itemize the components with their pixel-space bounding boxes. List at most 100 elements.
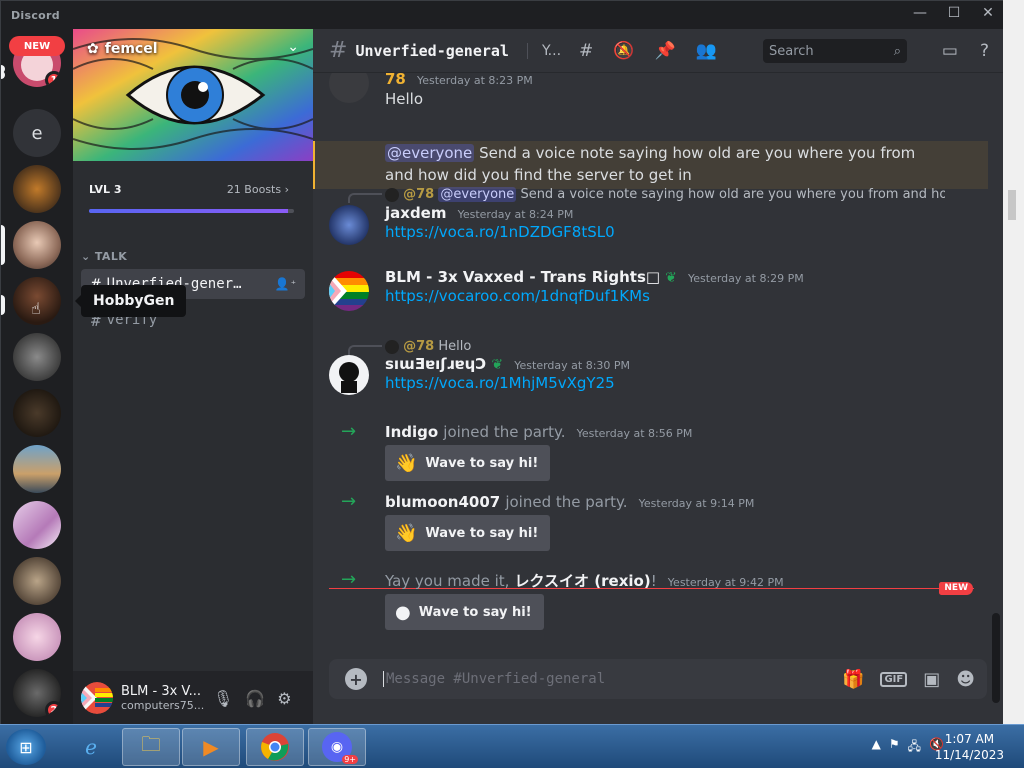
server-icon-11[interactable] [13, 613, 61, 661]
new-unreads-pill[interactable]: NEW [9, 36, 65, 56]
chevron-down-icon[interactable]: ⌄ [287, 39, 299, 55]
hash-icon: # [329, 38, 348, 63]
user-info[interactable]: BLM - 3x V... computers75... [121, 684, 207, 712]
unread-badge: 1 [45, 71, 61, 87]
add-user-icon[interactable]: 👤⁺ [275, 277, 297, 291]
header-right-icons: ▭ ? [942, 41, 989, 61]
avatar[interactable] [329, 271, 369, 311]
search-input[interactable]: Search ⌕ [763, 39, 907, 63]
join-arrow-icon: → [341, 421, 357, 442]
selected-indicator [1, 225, 5, 265]
server-icon-9[interactable] [13, 501, 61, 549]
reply-avatar [385, 187, 399, 202]
wave-button[interactable]: 👋 Wave to say hi! [385, 445, 551, 481]
sticker-icon[interactable]: ▣ [923, 669, 940, 690]
category-talk[interactable]: ⌄ TALK [81, 250, 127, 263]
message-link[interactable]: https://vocaroo.com/1dnqfDuf1KMs [385, 287, 650, 305]
mute-bell-icon[interactable]: 🔕 [613, 41, 634, 61]
boost-progress[interactable]: LVL 3 21 Boosts › [89, 183, 299, 213]
close-icon[interactable]: ✕ [978, 5, 998, 21]
inbox-icon[interactable]: ▭ [942, 41, 958, 61]
message-link[interactable]: https://voca.ro/1nDZDGF8tSL0 [385, 223, 615, 241]
sprout-icon: ❦ [665, 270, 677, 286]
message-list: 78 Yesterday at 8:23 PM Hello @everyone … [313, 63, 1003, 703]
reply-preview[interactable]: @78 Hello [385, 339, 945, 354]
server-icon-12[interactable]: 2 [13, 669, 61, 717]
message: BLM - 3x Vaxxed - Trans Rights□ ❦ Yester… [385, 267, 1003, 305]
threads-icon[interactable]: # [579, 41, 593, 61]
server-icon-7[interactable] [13, 389, 61, 437]
server-banner[interactable]: ✿ femcel ⌄ [73, 29, 313, 161]
server-icon-6[interactable] [13, 333, 61, 381]
message-time: Yesterday at 8:56 PM [576, 427, 693, 440]
server-icon-8[interactable] [13, 445, 61, 493]
app-title: Discord [11, 9, 60, 22]
gift-icon[interactable]: 🎁 [842, 669, 864, 690]
discord-badge: 9+ [342, 755, 358, 764]
members-icon[interactable]: 👥 [696, 41, 717, 61]
reply-preview[interactable]: @78 @everyone Send a voice note saying h… [385, 187, 945, 202]
pin-icon[interactable]: 📌 [654, 41, 675, 61]
server-icon-e[interactable]: e [13, 109, 61, 157]
headphones-icon[interactable]: 🎧 [245, 689, 265, 708]
message-time: Yesterday at 9:14 PM [638, 497, 755, 510]
add-attachment-icon[interactable]: + [345, 668, 367, 690]
message-composer[interactable]: + Message #Unverfied-general 🎁 GIF ▣ ☻ [329, 659, 987, 699]
tray-arrow-icon[interactable]: ▲ [872, 737, 881, 758]
message-author[interactable]: BLM - 3x Vaxxed - Trans Rights□ [385, 268, 660, 286]
microphone-icon[interactable]: 🎙 [213, 689, 233, 708]
system-message: blumoon4007 joined the party. Yesterday … [385, 493, 755, 511]
message-input[interactable]: Message #Unverfied-general [383, 671, 605, 687]
clock[interactable]: 1:07 AM 11/14/2023 [935, 731, 1004, 763]
window-controls: — ☐ ✕ [910, 5, 998, 21]
media-player-icon[interactable]: ▶ [182, 728, 240, 766]
reply-connector [348, 345, 382, 355]
wave-hand-icon: 👋 [395, 522, 418, 544]
maximize-icon[interactable]: ☐ [944, 5, 964, 21]
message-author[interactable]: blumoon4007 [385, 493, 500, 511]
message: sıɯƎɐıʃɹɐɥƆ ❦ Yesterday at 8:30 PM https… [385, 354, 1003, 392]
boost-bar-fill [89, 209, 288, 213]
help-icon[interactable]: ? [980, 41, 989, 61]
action-center-icon[interactable]: ⚑ [889, 737, 900, 758]
minimize-icon[interactable]: — [910, 5, 930, 21]
internet-explorer-icon[interactable]: ℯ [62, 728, 120, 766]
user-avatar[interactable] [81, 682, 113, 714]
discord-taskbar-icon[interactable]: ◉ 9+ [308, 728, 366, 766]
message-author[interactable]: jaxdem [385, 204, 446, 222]
emoji-icon[interactable]: ☻ [956, 669, 975, 690]
user-tag: computers75... [121, 699, 205, 712]
sprout-icon: ❦ [491, 357, 504, 373]
message-author[interactable]: sıɯƎɐıʃɹɐɥƆ [385, 355, 486, 373]
hover-indicator [1, 295, 5, 315]
server-tooltip: HobbyGen [74, 285, 187, 317]
wave-button[interactable]: 👋 Wave to say hi! [385, 515, 551, 551]
avatar[interactable] [329, 355, 369, 395]
message-author[interactable]: レクスイオ (rexio) [515, 572, 651, 590]
avatar[interactable] [329, 205, 369, 245]
scrollbar[interactable] [1008, 190, 1016, 220]
gear-icon[interactable]: ⚙ [277, 689, 291, 708]
server-icon-3[interactable] [13, 165, 61, 213]
scrollbar[interactable] [992, 613, 1000, 703]
channel-topic[interactable]: Y... [526, 42, 561, 59]
everyone-mention[interactable]: @everyone [385, 144, 475, 162]
server-name[interactable]: ✿ femcel [87, 41, 158, 57]
message-time: Yesterday at 8:24 PM [457, 208, 574, 221]
wave-button[interactable]: ● Wave to say hi! [385, 594, 544, 630]
unread-indicator [1, 65, 5, 73]
server-icon-hobbygen[interactable]: ☝ [13, 277, 61, 325]
server-icon-4[interactable] [13, 221, 61, 269]
message-author[interactable]: Indigo [385, 423, 438, 441]
wave-sticker-icon: ● [395, 601, 411, 623]
channel-header: # Unverfied-general Y... # 🔕 📌 👥 Search … [313, 29, 1003, 73]
message-link[interactable]: https://voca.ro/1MhjM5vXgY25 [385, 374, 615, 392]
network-icon[interactable]: 🖧 [908, 737, 921, 758]
chrome-icon[interactable] [246, 728, 304, 766]
message-time: Yesterday at 9:42 PM [667, 576, 784, 589]
gif-icon[interactable]: GIF [880, 671, 908, 687]
file-explorer-icon[interactable]: 🗀 [122, 728, 180, 766]
message-time: Yesterday at 8:30 PM [514, 359, 631, 372]
start-button[interactable]: ⊞ [6, 729, 46, 765]
server-icon-10[interactable] [13, 557, 61, 605]
